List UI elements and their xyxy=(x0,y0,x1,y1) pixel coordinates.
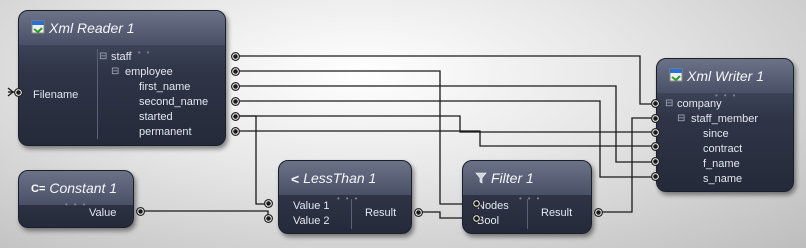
value1-label: Value 1 xyxy=(293,200,330,212)
collapse-staff-icon[interactable]: ⊟ xyxy=(99,52,107,62)
port-f-name-input[interactable] xyxy=(651,157,660,166)
node-dots: ••• xyxy=(65,200,92,209)
port-employee-output[interactable] xyxy=(231,67,240,76)
xml-writer-node[interactable]: Xml Writer 1 ••• ⊟ company ⊟ staff_membe… xyxy=(656,58,794,192)
port-second-name-output[interactable] xyxy=(231,97,240,106)
nodes-label: Nodes xyxy=(477,200,509,212)
node-title: Xml Writer 1 xyxy=(687,68,764,84)
port-contract-input[interactable] xyxy=(651,142,660,151)
node-separator xyxy=(351,199,352,229)
port-less-than-result-output[interactable] xyxy=(414,208,423,217)
tree-item-f-name: f_name xyxy=(703,158,740,170)
port-staff-output[interactable] xyxy=(231,52,240,61)
tree-item-company: company xyxy=(677,98,722,110)
port-s-name-input[interactable] xyxy=(651,172,660,181)
port-filter-result-output[interactable] xyxy=(594,208,603,217)
port-bool-input[interactable] xyxy=(472,214,481,223)
less-than-result-label: Result xyxy=(365,207,397,219)
tree-item-permanent: permanent xyxy=(139,126,192,138)
xml-writer-title-bar[interactable]: Xml Writer 1 xyxy=(657,59,793,93)
node-dots: ••• xyxy=(129,48,156,57)
collapse-employee-icon[interactable]: ⊟ xyxy=(111,67,119,77)
node-title: Xml Reader 1 xyxy=(49,20,135,36)
filter-result-label: Result xyxy=(541,207,573,219)
wire-started-value1 xyxy=(236,115,268,205)
node-title: Constant 1 xyxy=(49,180,118,196)
value2-label: Value 2 xyxy=(293,215,330,227)
node-dots: ••• xyxy=(519,194,546,203)
wire-staff-company xyxy=(236,55,664,105)
tree-item-contract: contract xyxy=(703,143,743,155)
filter-title-bar[interactable]: Filter 1 xyxy=(463,161,591,195)
port-value2-input[interactable] xyxy=(264,214,273,223)
constant-icon: C= xyxy=(31,183,46,196)
node-separator xyxy=(97,49,98,139)
tree-item-since: since xyxy=(703,128,729,140)
port-constant-value-output[interactable] xyxy=(136,207,145,216)
less-than-icon: < xyxy=(291,171,300,188)
port-company-input[interactable] xyxy=(651,99,660,108)
port-first-name-output[interactable] xyxy=(231,82,240,91)
xml-reader-node[interactable]: Xml Reader 1 ••• Filename ⊟ staff ⊟ empl… xyxy=(18,10,226,146)
port-value1-input[interactable] xyxy=(264,199,273,208)
collapse-staff-member-icon[interactable]: ⊟ xyxy=(677,114,685,124)
port-nodes-input[interactable] xyxy=(472,199,481,208)
port-staff-member-input[interactable] xyxy=(651,114,660,123)
port-filename-input[interactable] xyxy=(14,88,23,97)
constant-node[interactable]: C= Constant 1 ••• Value xyxy=(18,170,134,228)
tree-item-staff-member: staff_member xyxy=(691,113,759,125)
xml-file-icon xyxy=(669,60,683,94)
filename-label: Filename xyxy=(33,89,79,101)
less-than-title-bar[interactable]: < LessThan 1 xyxy=(279,161,411,195)
filter-node[interactable]: Filter 1 ••• Nodes Bool Result xyxy=(462,160,592,234)
node-title: Filter 1 xyxy=(491,170,534,186)
collapse-company-icon[interactable]: ⊟ xyxy=(665,99,673,109)
tree-item-first-name: first_name xyxy=(139,81,191,93)
xml-file-icon xyxy=(31,12,45,46)
node-separator xyxy=(527,199,528,229)
tree-item-second-name: second_name xyxy=(139,96,209,108)
less-than-node[interactable]: <LessThan 1 ••• Value 1 Value 2 Result xyxy=(278,160,412,234)
port-since-input[interactable] xyxy=(651,128,660,137)
port-permanent-output[interactable] xyxy=(231,127,240,136)
wire-constant-value2 xyxy=(140,210,269,218)
node-title: LessThan 1 xyxy=(303,170,377,186)
constant-value-label: Value xyxy=(89,207,117,219)
tree-item-started: started xyxy=(139,111,173,123)
tree-item-staff: staff xyxy=(111,51,132,63)
funnel-icon xyxy=(475,162,487,196)
port-started-output[interactable] xyxy=(231,112,240,121)
tree-item-employee: employee xyxy=(125,66,173,78)
xml-reader-title-bar[interactable]: Xml Reader 1 xyxy=(19,11,225,45)
tree-item-s-name: s_name xyxy=(703,173,743,185)
